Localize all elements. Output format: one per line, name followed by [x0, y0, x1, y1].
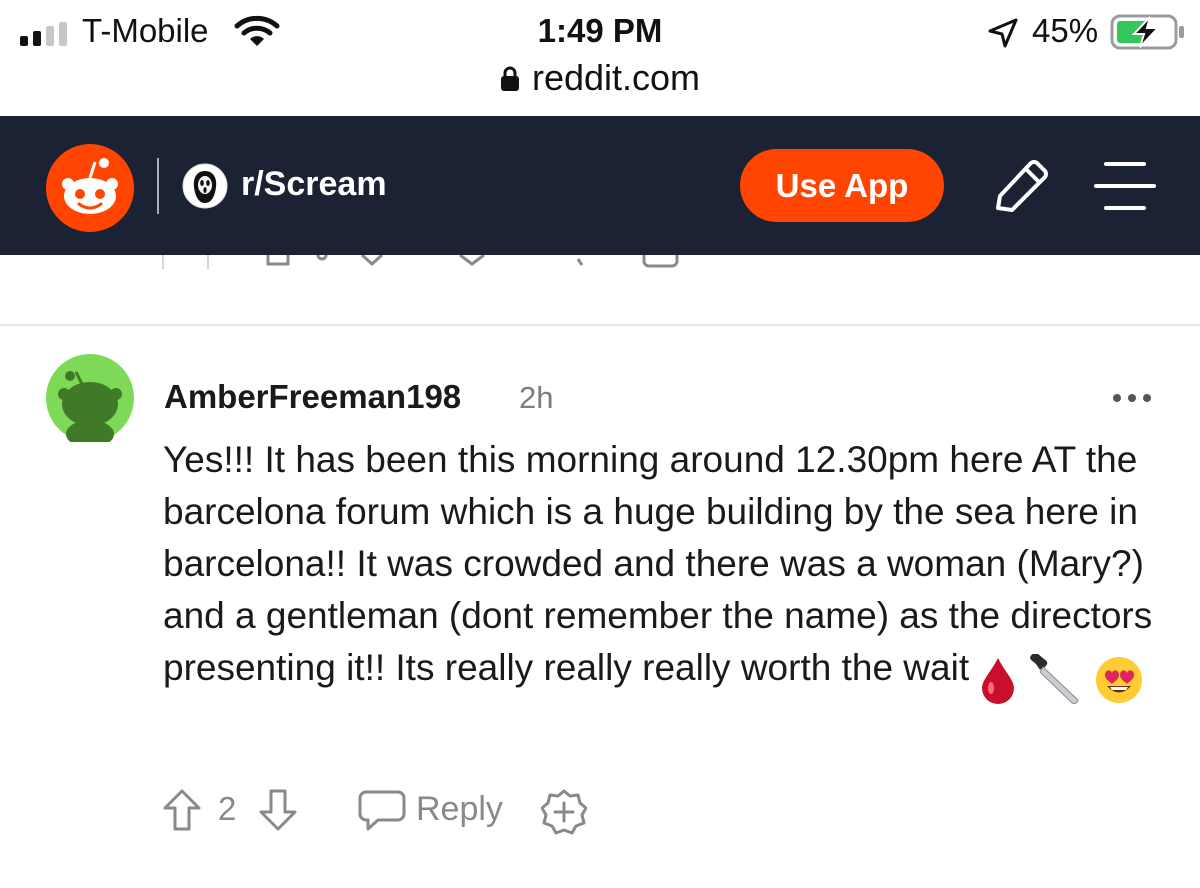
comment-body: Yes!!! It has been this morning around 1…	[163, 434, 1173, 706]
vote-score: 2	[218, 790, 237, 827]
award-icon[interactable]	[541, 789, 587, 835]
kitchen-knife-emoji	[1029, 652, 1079, 705]
comment-text: Yes!!! It has been this morning around 1…	[163, 439, 1153, 688]
status-bar: T-Mobile 1:49 PM reddit.com 45%	[0, 0, 1200, 116]
more-options-icon[interactable]	[1112, 393, 1152, 403]
comment-separator	[0, 324, 1200, 326]
comment-age: 2h	[519, 380, 554, 415]
location-arrow-icon	[988, 18, 1018, 48]
reply-icon[interactable]	[358, 788, 406, 832]
snoo-avatar-icon[interactable]	[46, 354, 134, 442]
comment-author[interactable]: AmberFreeman198	[164, 378, 461, 416]
downvote-icon[interactable]	[258, 788, 298, 832]
heart-eyes-emoji	[1095, 657, 1142, 704]
ghostface-icon[interactable]	[182, 163, 228, 209]
previous-comment-actions	[162, 255, 679, 269]
address-bar[interactable]: reddit.com	[0, 57, 1200, 99]
use-app-button[interactable]: Use App	[740, 149, 944, 222]
reddit-logo-icon[interactable]	[46, 144, 134, 232]
url-text: reddit.com	[531, 57, 701, 98]
drop-of-blood-emoji	[982, 658, 1015, 705]
upvote-icon[interactable]	[162, 788, 202, 832]
lock-icon	[500, 66, 519, 91]
header-divider	[157, 158, 159, 214]
battery-percent: 45%	[1032, 12, 1099, 49]
reply-button[interactable]: Reply	[416, 790, 503, 829]
status-time: 1:49 PM	[537, 12, 663, 49]
comment-emojis	[979, 652, 1144, 706]
pencil-icon[interactable]	[990, 156, 1054, 216]
battery-charging-icon	[1110, 14, 1184, 50]
menu-icon[interactable]	[1094, 160, 1156, 212]
subreddit-name[interactable]: r/Scream	[241, 165, 387, 204]
